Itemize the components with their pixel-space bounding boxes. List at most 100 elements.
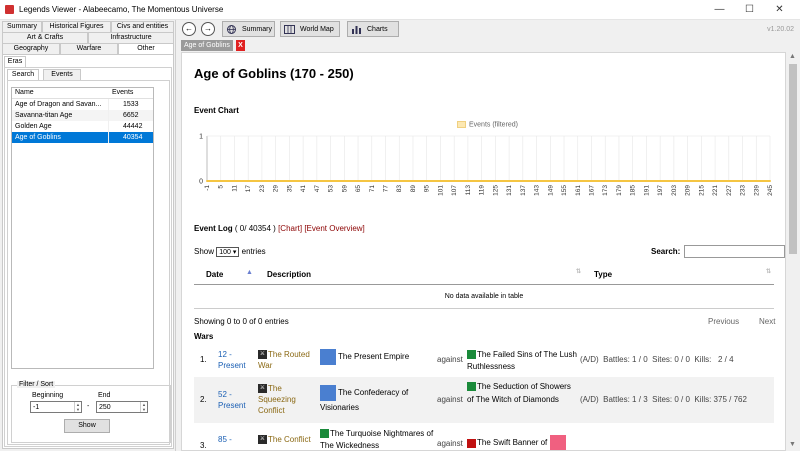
- war-name[interactable]: ⚔ The Conflict: [258, 435, 311, 445]
- x-tick-label: 131: [506, 185, 513, 196]
- war-date-start[interactable]: 85 -: [218, 435, 232, 444]
- war-swords-icon: ⚔: [258, 384, 267, 394]
- tab-civs-entities[interactable]: Civs and entities: [111, 21, 174, 32]
- column-date[interactable]: Date: [206, 270, 223, 279]
- charts-button[interactable]: Charts: [347, 21, 399, 37]
- scroll-down-icon[interactable]: ▼: [789, 441, 796, 448]
- event-overview-link[interactable]: [Event Overview]: [304, 224, 364, 233]
- document-tab[interactable]: Age of Goblins: [181, 40, 233, 51]
- x-tick-label: 197: [657, 185, 664, 196]
- war-stats: (A/D) Battles: 1 / 3 Sites: 0 / 0 Kills:…: [580, 395, 747, 404]
- data-point: [439, 180, 442, 182]
- war-name[interactable]: ⚔ The Squeezing Conflict: [258, 383, 316, 416]
- column-name[interactable]: Name: [12, 88, 109, 98]
- slash: /: [724, 355, 727, 364]
- chevron-down-icon: ▾: [232, 249, 237, 256]
- scroll-up-icon[interactable]: ▲: [789, 53, 796, 60]
- x-tick-label: 11: [231, 185, 238, 192]
- tab-summary[interactable]: Summary: [2, 21, 42, 32]
- app-icon: [5, 5, 14, 14]
- tab-other[interactable]: Other: [118, 43, 174, 54]
- attacker-civ[interactable]: The Present Empire: [320, 349, 432, 365]
- tab-events[interactable]: Events: [43, 69, 81, 80]
- attacker-civ[interactable]: The Turquoise Nightmares of The Wickedne…: [320, 428, 435, 450]
- end-input[interactable]: 250 ▲ ▼: [96, 401, 148, 413]
- x-tick-label: 173: [602, 185, 609, 196]
- tab-eras[interactable]: Eras: [4, 56, 26, 67]
- data-point: [686, 180, 689, 182]
- show-button[interactable]: Show: [64, 419, 110, 433]
- attacker-civ[interactable]: The Confederacy of Visionaries: [320, 385, 432, 414]
- column-type[interactable]: Type: [594, 270, 612, 279]
- tab-infrastructure[interactable]: Infrastructure: [88, 32, 174, 43]
- close-tab-icon[interactable]: X: [236, 40, 245, 51]
- back-arrow-icon[interactable]: ←: [182, 22, 196, 36]
- list-item[interactable]: Age of Dragon and Savan... 1533: [12, 99, 153, 110]
- war-date-start: 52 -: [218, 390, 232, 399]
- data-point: [769, 180, 771, 182]
- spin-arrows-icon[interactable]: ▲ ▼: [140, 402, 147, 412]
- vertical-scrollbar[interactable]: ▲ ▼: [786, 52, 800, 451]
- beginning-label: Beginning: [32, 392, 64, 399]
- tab-historical-figures[interactable]: Historical Figures: [42, 21, 111, 32]
- previous-button[interactable]: Previous: [708, 317, 739, 326]
- tab-search[interactable]: Search: [7, 69, 39, 80]
- entries-select[interactable]: 100 ▾: [216, 247, 240, 257]
- column-description[interactable]: Description: [267, 270, 311, 279]
- list-item[interactable]: Savanna-titan Age 6652: [12, 110, 153, 121]
- entries-value: 100: [219, 249, 231, 256]
- column-events[interactable]: Events: [109, 88, 153, 98]
- x-tick-label: 233: [740, 185, 747, 196]
- maximize-button[interactable]: ☐: [738, 0, 761, 20]
- eras-list[interactable]: Name Events Age of Dragon and Savan... 15…: [11, 87, 154, 369]
- defender-civ[interactable]: The Swift Banner of: [467, 435, 582, 450]
- x-tick-label: 95: [424, 185, 431, 193]
- sort-both-icon[interactable]: ⇅: [766, 268, 771, 275]
- war-date[interactable]: 12 - Present: [218, 349, 246, 371]
- slash: /: [638, 395, 641, 404]
- war-date[interactable]: 52 - Present: [218, 389, 246, 411]
- tab-art-crafts[interactable]: Art & Crafts: [2, 32, 88, 43]
- showing-info: Showing 0 to 0 of 0 entries: [194, 317, 289, 326]
- tab-warfare[interactable]: Warfare: [60, 43, 118, 54]
- sort-both-icon[interactable]: ⇅: [576, 268, 581, 275]
- data-point: [521, 180, 524, 182]
- forward-arrow-icon[interactable]: →: [201, 22, 215, 36]
- defender-name: The Failed Sins of The Lush Ruthlessness: [467, 350, 577, 371]
- sites-defender: 0: [685, 395, 690, 404]
- close-button[interactable]: ✕: [768, 0, 791, 20]
- sites-label: Sites:: [652, 355, 673, 364]
- list-item-selected[interactable]: Age of Goblins 40354: [12, 132, 153, 143]
- beginning-input[interactable]: -1 ▲ ▼: [30, 401, 82, 413]
- minimize-button[interactable]: —: [708, 0, 731, 20]
- battles-label: Battles:: [603, 395, 630, 404]
- data-point: [302, 180, 305, 182]
- era-events: 40354: [123, 134, 143, 141]
- toolbar: ← → Summary World Map Charts v1.20.02: [176, 20, 800, 39]
- sites-label: Sites:: [652, 395, 673, 404]
- search-input[interactable]: [684, 245, 785, 258]
- world-map-button[interactable]: World Map: [280, 21, 340, 37]
- x-tick-label: 143: [534, 185, 541, 196]
- end-label: End: [98, 392, 111, 399]
- war-row: 1. 12 - Present ⚔ The Routed War The Prese…: [194, 345, 774, 377]
- x-tick-label: 185: [630, 185, 637, 196]
- defender-name: The Swift Banner of: [477, 438, 548, 448]
- sort-asc-icon[interactable]: ▲: [246, 269, 253, 276]
- chart-link[interactable]: [Chart]: [278, 224, 302, 233]
- defender-civ[interactable]: The Failed Sins of The Lush Ruthlessness: [467, 349, 577, 373]
- tab-geography[interactable]: Geography: [2, 43, 60, 54]
- era-events: 6652: [123, 112, 139, 119]
- bar-chart-icon: [352, 26, 361, 34]
- list-item[interactable]: Golden Age 44442: [12, 121, 153, 132]
- war-stats: (A/D) Battles: 1 / 0 Sites: 0 / 0 Kills:…: [580, 355, 734, 364]
- war-name[interactable]: ⚔ The Routed War: [258, 349, 316, 371]
- defender-civ[interactable]: The Seduction of Showers of The Witch of…: [467, 380, 577, 406]
- x-tick-label: 89: [410, 185, 417, 193]
- scroll-thumb[interactable]: [789, 64, 797, 254]
- kills-label: Kills:: [694, 355, 712, 364]
- summary-button[interactable]: Summary: [222, 21, 275, 37]
- spin-arrows-icon[interactable]: ▲ ▼: [74, 402, 81, 412]
- war-name-text: The Conflict: [268, 435, 311, 444]
- next-button[interactable]: Next: [759, 317, 775, 326]
